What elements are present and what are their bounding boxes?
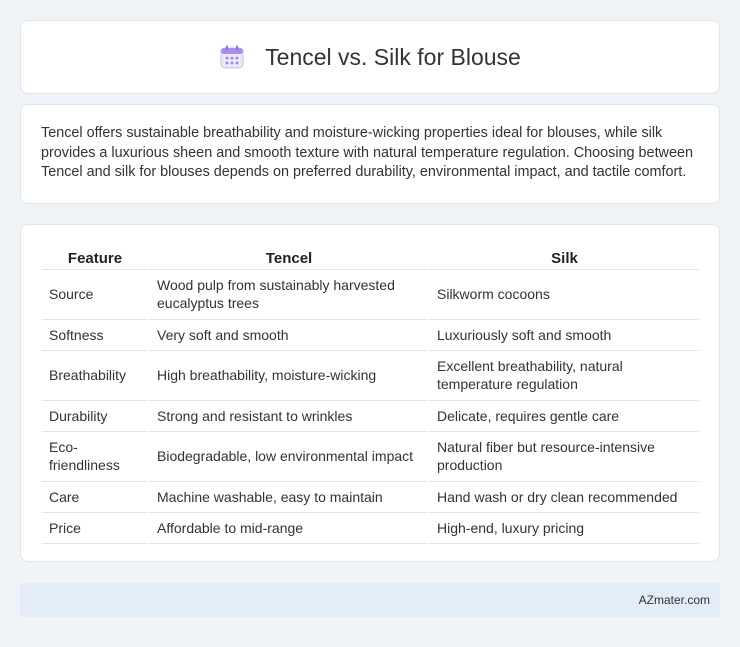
comparison-table: Feature Tencel Silk Source Wood pulp fro… <box>42 245 699 544</box>
table-row: Softness Very soft and smooth Luxuriousl… <box>42 319 699 351</box>
cell-feature: Durability <box>42 400 149 432</box>
cell-feature: Softness <box>42 319 149 351</box>
intro-card: Tencel offers sustainable breathability … <box>20 104 720 204</box>
table-row: Eco-friendliness Biodegradable, low envi… <box>42 431 699 482</box>
cell-silk: Delicate, requires gentle care <box>428 400 699 432</box>
cell-tencel: Machine washable, easy to maintain <box>148 481 429 513</box>
header-feature: Feature <box>42 245 149 270</box>
cell-silk: Silkworm cocoons <box>428 269 699 320</box>
cell-silk: Luxuriously soft and smooth <box>428 319 699 351</box>
title-card: Tencel vs. Silk for Blouse <box>20 20 720 94</box>
cell-tencel: Affordable to mid-range <box>148 512 429 544</box>
header-tencel: Tencel <box>148 245 429 270</box>
cell-tencel: Strong and resistant to wrinkles <box>148 400 429 432</box>
calendar-icon <box>219 44 245 70</box>
title-wrap: Tencel vs. Silk for Blouse <box>219 44 521 71</box>
cell-silk: Natural fiber but resource-intensive pro… <box>428 431 699 482</box>
footer-site-link[interactable]: AZmater.com <box>639 593 710 607</box>
header-silk: Silk <box>428 245 699 270</box>
table-row: Care Machine washable, easy to maintain … <box>42 481 699 513</box>
cell-silk: Hand wash or dry clean recommended <box>428 481 699 513</box>
cell-feature: Price <box>42 512 149 544</box>
cell-feature: Eco-friendliness <box>42 431 149 482</box>
cell-tencel: Very soft and smooth <box>148 319 429 351</box>
table-header-row: Feature Tencel Silk <box>42 245 699 270</box>
cell-feature: Source <box>42 269 149 320</box>
table-row: Breathability High breathability, moistu… <box>42 350 699 401</box>
table-card: Feature Tencel Silk Source Wood pulp fro… <box>20 224 720 562</box>
cell-silk: Excellent breathability, natural tempera… <box>428 350 699 401</box>
page-title: Tencel vs. Silk for Blouse <box>265 43 521 70</box>
cell-tencel: Wood pulp from sustainably harvested euc… <box>148 269 429 320</box>
cell-feature: Breathability <box>42 350 149 401</box>
cell-tencel: High breathability, moisture-wicking <box>148 350 429 401</box>
table-row: Price Affordable to mid-range High-end, … <box>42 512 699 544</box>
footer: AZmater.com <box>20 583 720 617</box>
table-row: Durability Strong and resistant to wrink… <box>42 400 699 432</box>
intro-text: Tencel offers sustainable breathability … <box>41 125 693 180</box>
cell-feature: Care <box>42 481 149 513</box>
cell-tencel: Biodegradable, low environmental impact <box>148 431 429 482</box>
table-row: Source Wood pulp from sustainably harves… <box>42 269 699 320</box>
cell-silk: High-end, luxury pricing <box>428 512 699 544</box>
